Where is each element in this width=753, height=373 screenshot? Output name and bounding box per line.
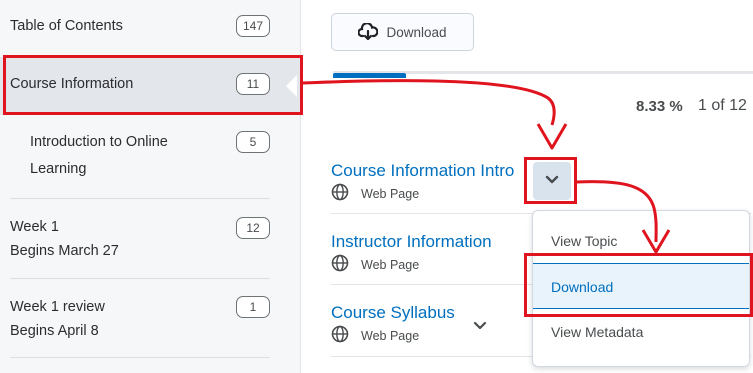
progress-count: 1 of 12 [698,97,747,114]
count-badge: 5 [236,131,270,153]
topic-type-label: Web Page [361,186,420,201]
sidebar-item-label: Week 1 [10,219,59,235]
count-badge: 1 [236,296,270,318]
chevron-down-icon[interactable] [473,318,487,332]
globe-icon [331,183,349,204]
globe-icon [331,254,349,275]
topic-type: Web Page [331,183,419,204]
count-badge: 12 [236,217,270,239]
progress-percent: 8.33 % [636,98,683,115]
topic-title[interactable]: Course Information Intro [331,161,514,181]
topic-context-menu: View Topic Download View Metadata [532,210,750,367]
topic-options-button[interactable] [533,162,571,200]
divider [10,198,270,199]
download-button-label: Download [386,24,447,40]
globe-icon [331,325,349,346]
topic-title[interactable]: Instructor Information [331,232,492,252]
divider [10,357,270,358]
divider [10,56,270,57]
count-badge: 147 [236,15,270,37]
download-button[interactable]: Download [331,13,474,51]
annotation-arrowhead [536,123,568,150]
sidebar-item-label: Course Information [10,76,134,92]
sidebar-item-sublabel: Begins April 8 [10,323,99,339]
selection-pointer [286,75,297,97]
progress-fill [333,73,406,78]
topic-type-label: Web Page [361,328,420,343]
count-badge: 11 [236,73,270,95]
menu-item-view-topic[interactable]: View Topic [533,218,749,264]
menu-item-download[interactable]: Download [533,263,749,309]
chevron-down-icon [545,172,559,190]
topic-type: Web Page [331,254,419,275]
annotation-arrow [302,79,556,126]
sidebar-item-label: Introduction to Online [30,134,168,150]
topic-type-label: Web Page [361,257,420,272]
divider [10,278,270,279]
sidebar-item-label: Table of Contents [10,18,123,34]
cloud-download-icon [358,23,379,41]
sidebar: Table of Contents 147 Course Information… [0,0,301,373]
topic-title[interactable]: Course Syllabus [331,303,455,323]
sidebar-item-label-line2: Learning [30,161,87,177]
menu-item-view-metadata[interactable]: View Metadata [533,309,749,355]
sidebar-item-label: Week 1 review [10,299,105,315]
topic-type: Web Page [331,325,419,346]
sidebar-item-sublabel: Begins March 27 [10,243,119,259]
